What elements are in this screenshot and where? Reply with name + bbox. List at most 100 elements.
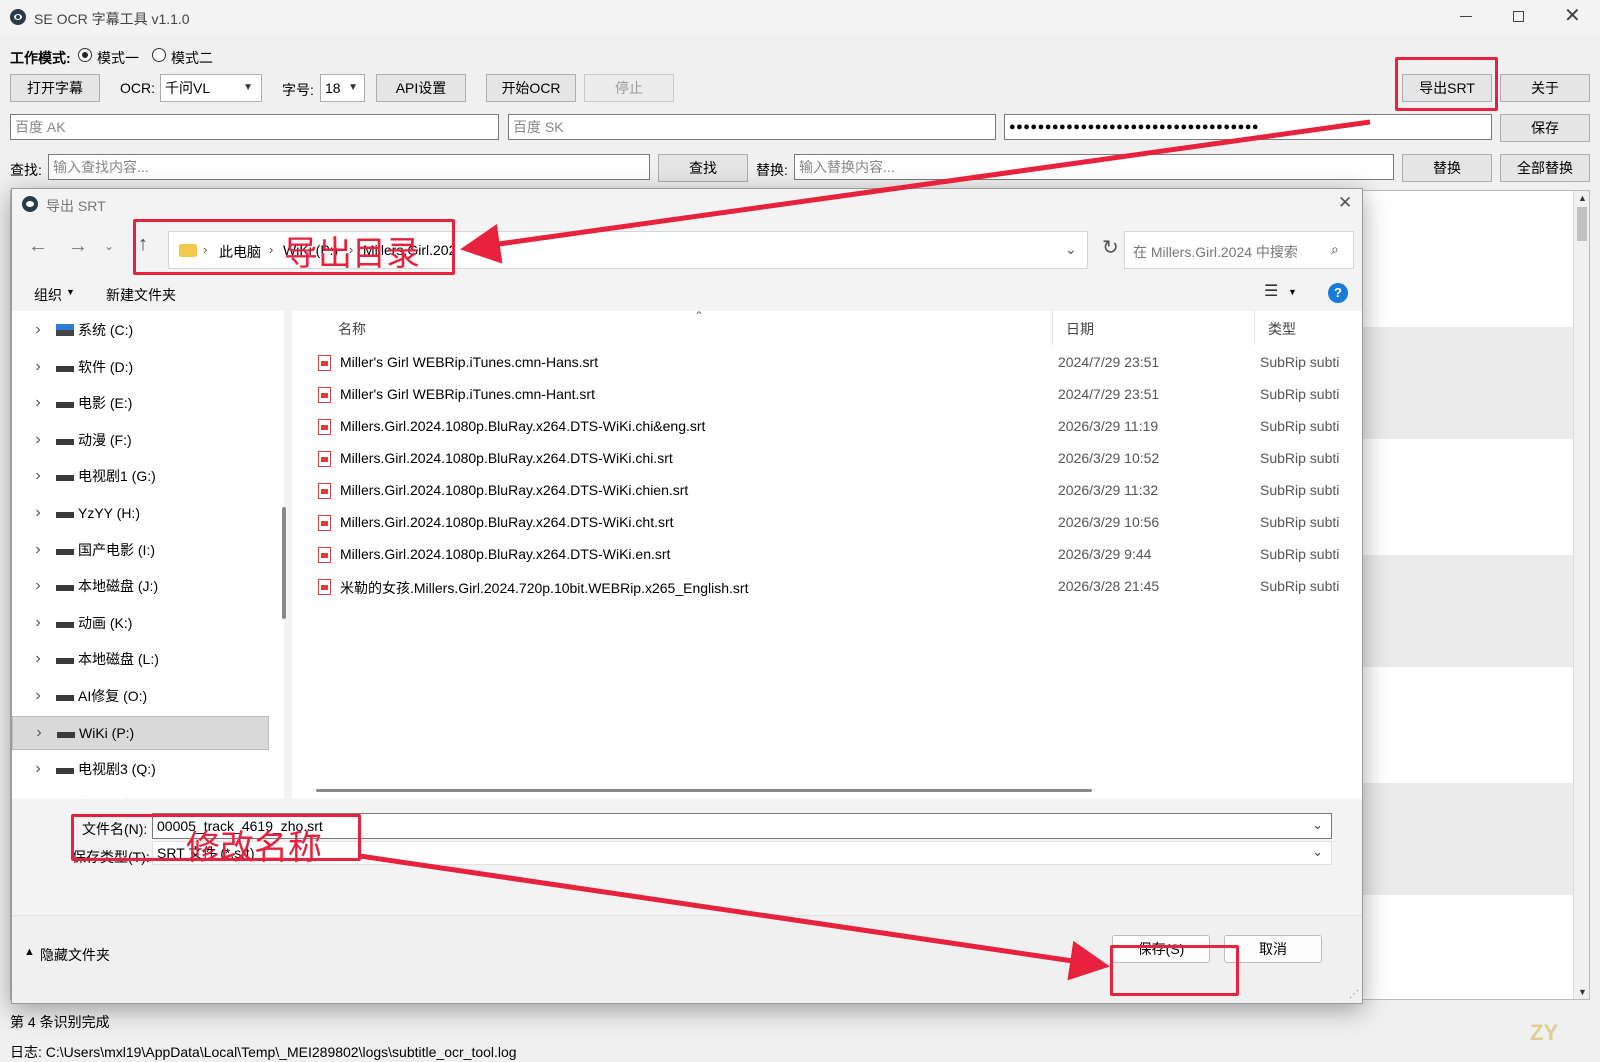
replace-input[interactable]: 输入替换内容... (794, 154, 1394, 180)
nav-tree-scroll-thumb[interactable] (282, 507, 286, 619)
expand-chevron-icon[interactable]: › (24, 797, 52, 799)
file-name: Miller's Girl WEBRip.iTunes.cmn-Hant.srt (340, 386, 595, 402)
chevron-down-icon[interactable]: ⌄ (1312, 817, 1323, 833)
nav-tree[interactable]: › 系统 (C:) › 软件 (D:) › 电影 (E:) › 动漫 (F:) › 电视剧1 (G… (12, 311, 284, 799)
file-list[interactable]: ⌃ 名称 日期 类型 Miller's Girl WEBRip.iTunes.c… (292, 311, 1362, 799)
expand-chevron-icon[interactable]: › (24, 358, 52, 376)
refresh-icon[interactable]: ↻ (1102, 235, 1119, 260)
expand-chevron-icon[interactable]: › (24, 431, 52, 449)
file-row[interactable]: Millers.Girl.2024.1080p.BluRay.x264.DTS-… (292, 539, 1340, 571)
dialog-search-input[interactable]: 在 Millers.Girl.2024 中搜索 ⌕ (1124, 231, 1354, 269)
scroll-up-icon[interactable]: ▲ (1578, 193, 1587, 203)
baidu-ak-input[interactable]: 百度 AK (10, 114, 499, 140)
tree-item-label: 电视剧3 (Q:) (78, 761, 156, 778)
chevron-down-icon[interactable]: ⌄ (1065, 241, 1077, 258)
expand-chevron-icon[interactable]: › (24, 541, 52, 559)
dialog-close-icon[interactable]: ✕ (1338, 193, 1352, 213)
view-chevron-icon[interactable]: ▼ (1288, 287, 1297, 297)
forward-icon[interactable]: → (68, 235, 88, 258)
tree-item[interactable]: › 本地磁盘 (L:) (12, 642, 269, 676)
api-settings-button[interactable]: API设置 (376, 74, 466, 102)
tree-item[interactable]: › 电影 (E:) (12, 386, 269, 420)
recent-chevron-icon[interactable]: ⌄ (104, 239, 114, 253)
open-subtitle-button[interactable]: 打开字幕 (10, 74, 100, 102)
expand-chevron-icon[interactable]: › (24, 614, 52, 632)
expand-chevron-icon[interactable]: › (24, 394, 52, 412)
column-name-header[interactable]: 名称 (338, 319, 366, 339)
file-date: 2026/3/29 10:52 (1058, 450, 1160, 466)
file-row[interactable]: 米勒的女孩.Millers.Girl.2024.720p.10bit.WEBRi… (292, 571, 1340, 603)
expand-chevron-icon[interactable]: › (24, 687, 52, 705)
file-row[interactable]: Millers.Girl.2024.1080p.BluRay.x264.DTS-… (292, 507, 1340, 539)
tree-item[interactable]: › 动画 (K:) (12, 606, 269, 640)
dialog-title: 导出 SRT (46, 198, 106, 214)
mode-two-radio[interactable] (152, 48, 166, 62)
start-ocr-button[interactable]: 开始OCR (486, 74, 576, 102)
expand-chevron-icon[interactable]: › (24, 504, 52, 522)
tree-item[interactable]: › 本地磁盘 (R:) (12, 789, 269, 799)
help-icon[interactable]: ? (1328, 283, 1348, 303)
tree-item[interactable]: › 国产电影 (I:) (12, 533, 269, 567)
mode-one-radio[interactable] (78, 48, 92, 62)
view-options-icon[interactable]: ☰ (1264, 281, 1278, 301)
tree-item[interactable]: › AI修复 (O:) (12, 679, 269, 713)
expand-chevron-icon[interactable]: › (24, 650, 52, 668)
organize-menu[interactable]: 组织 (34, 285, 62, 305)
column-type-header[interactable]: 类型 (1268, 319, 1296, 339)
mode-one-label[interactable]: 模式一 (97, 48, 139, 68)
stop-button[interactable]: 停止 (584, 74, 674, 102)
tree-item-label: 本地磁盘 (L:) (78, 651, 159, 668)
font-size-select[interactable]: 18 ▼ (320, 74, 365, 102)
srt-file-icon (318, 451, 331, 467)
srt-file-icon (318, 355, 331, 371)
hide-folders-toggle[interactable]: 隐藏文件夹 (40, 945, 110, 965)
tree-item[interactable]: › 电视剧1 (G:) (12, 459, 269, 493)
file-row[interactable]: Miller's Girl WEBRip.iTunes.cmn-Hans.srt… (292, 347, 1340, 379)
expand-chevron-icon[interactable]: › (24, 467, 52, 485)
drive-icon (56, 621, 74, 628)
ocr-select[interactable]: 千问VL ▼ (160, 74, 262, 102)
new-folder-button[interactable]: 新建文件夹 (106, 285, 176, 305)
column-date-header[interactable]: 日期 (1066, 319, 1094, 339)
api-key-input[interactable]: ●●●●●●●●●●●●●●●●●●●●●●●●●●●●●●●●●●● (1004, 114, 1492, 140)
minimize-icon[interactable] (1460, 16, 1472, 17)
baidu-sk-input[interactable]: 百度 SK (508, 114, 996, 140)
tree-item[interactable]: › WiKi (P:) (12, 715, 269, 750)
file-row[interactable]: Millers.Girl.2024.1080p.BluRay.x264.DTS-… (292, 443, 1340, 475)
dialog-logo-icon (22, 196, 38, 212)
about-button[interactable]: 关于 (1500, 74, 1590, 102)
file-row[interactable]: Millers.Girl.2024.1080p.BluRay.x264.DTS-… (292, 411, 1340, 443)
replace-button[interactable]: 替换 (1402, 154, 1492, 182)
replace-all-button[interactable]: 全部替换 (1500, 154, 1590, 182)
scroll-down-icon[interactable]: ▼ (1578, 987, 1587, 997)
save-key-button[interactable]: 保存 (1500, 114, 1590, 142)
file-row[interactable]: Millers.Girl.2024.1080p.BluRay.x264.DTS-… (292, 475, 1340, 507)
find-button[interactable]: 查找 (658, 154, 748, 182)
find-input[interactable]: 输入查找内容... (48, 154, 650, 180)
tree-item[interactable]: › 电视剧3 (Q:) (12, 752, 269, 786)
drive-icon (56, 695, 74, 701)
srt-file-icon (318, 515, 331, 531)
srt-file-icon (318, 387, 331, 403)
scroll-thumb[interactable] (1577, 207, 1587, 241)
tree-item[interactable]: › 动漫 (F:) (12, 423, 269, 457)
resize-grip-icon[interactable]: ⋰ (1349, 989, 1359, 1000)
list-scrollbar[interactable]: ▲ ▼ (1573, 191, 1589, 999)
expand-chevron-icon[interactable]: › (24, 760, 52, 778)
maximize-icon[interactable] (1513, 11, 1524, 22)
tree-item[interactable]: › 软件 (D:) (12, 350, 269, 384)
tree-item[interactable]: › 本地磁盘 (J:) (12, 569, 269, 603)
srt-file-icon (318, 419, 331, 435)
mode-two-label[interactable]: 模式二 (171, 48, 213, 68)
file-type: SubRip subti (1260, 450, 1340, 466)
horizontal-scrollbar[interactable] (316, 789, 1092, 792)
expand-chevron-icon[interactable]: › (25, 724, 53, 742)
file-row[interactable]: Miller's Girl WEBRip.iTunes.cmn-Hant.srt… (292, 379, 1340, 411)
tree-item[interactable]: › 系统 (C:) (12, 313, 269, 347)
close-icon[interactable]: ✕ (1564, 6, 1581, 26)
hide-folders-chevron-icon[interactable]: ▲ (24, 946, 35, 958)
tree-item[interactable]: › YzYY (H:) (12, 496, 269, 530)
expand-chevron-icon[interactable]: › (24, 577, 52, 595)
expand-chevron-icon[interactable]: › (24, 321, 52, 339)
back-icon[interactable]: ← (28, 235, 48, 258)
